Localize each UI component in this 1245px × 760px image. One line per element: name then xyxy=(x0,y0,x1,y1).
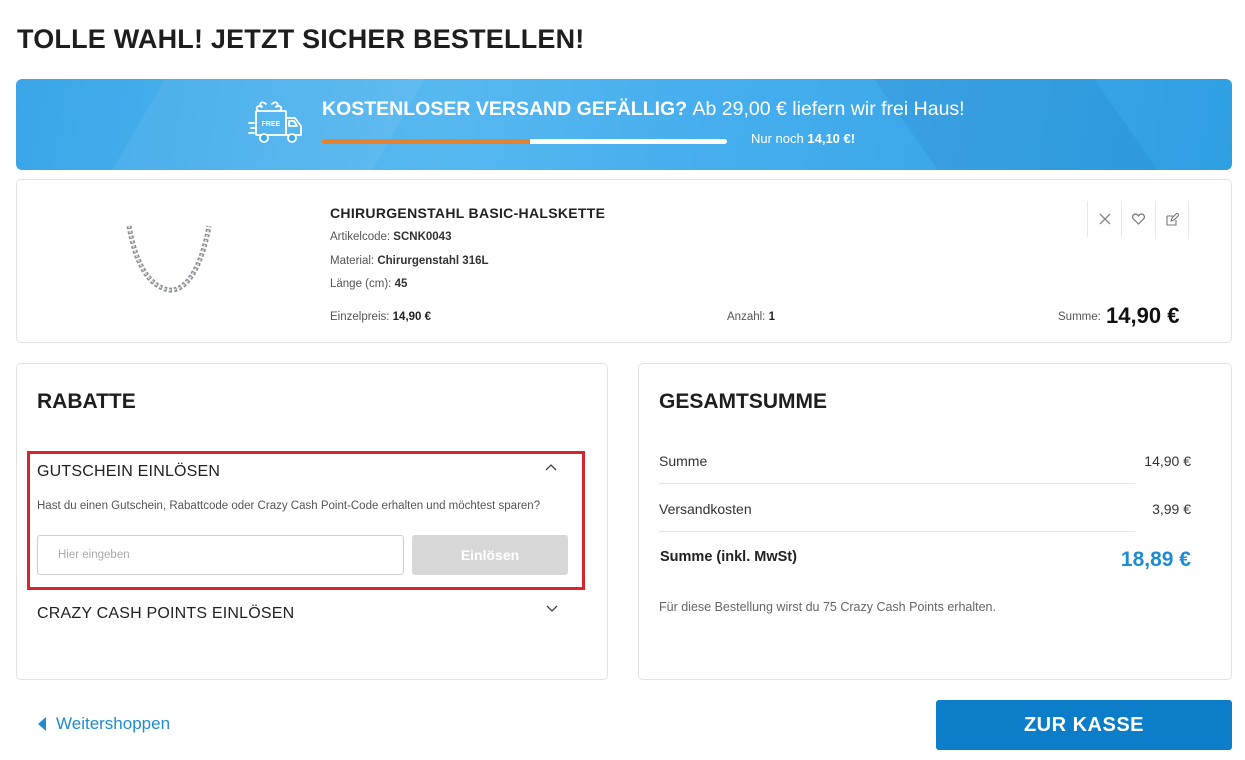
length-label: Länge (cm): xyxy=(330,278,392,290)
banner-decoration xyxy=(852,79,1200,170)
unit-price: Einzelpreis: 14,90 € xyxy=(330,311,431,323)
unit-price-value: 14,90 € xyxy=(392,311,432,323)
quantity-label: Anzahl: xyxy=(727,311,766,323)
quantity-value: 1 xyxy=(768,311,775,323)
shipping-row: Versandkosten 3,99 € xyxy=(659,501,1191,517)
cash-points-accordion-header[interactable]: CRAZY CASH POINTS EINLÖSEN xyxy=(37,605,294,623)
cash-points-note: Für diese Bestellung wirst du 75 Crazy C… xyxy=(659,600,996,614)
checkout-button[interactable]: ZUR KASSE xyxy=(936,700,1232,750)
totals-panel: GESAMTSUMME Summe 14,90 € Versandkosten … xyxy=(638,363,1232,680)
material: Material: Chirurgenstahl 316L xyxy=(330,255,489,267)
headline-strong: KOSTENLOSER VERSAND GEFÄLLIG? xyxy=(322,98,688,120)
free-shipping-headline: KOSTENLOSER VERSAND GEFÄLLIG? Ab 29,00 €… xyxy=(322,98,965,121)
continue-shopping-link[interactable]: Weitershoppen xyxy=(38,714,170,734)
quantity: Anzahl: 1 xyxy=(727,311,775,323)
edit-icon xyxy=(1165,212,1179,226)
voucher-description: Hast du einen Gutschein, Rabattcode oder… xyxy=(37,500,541,512)
length-value: 45 xyxy=(394,278,408,290)
heart-icon xyxy=(1132,213,1145,225)
item-actions xyxy=(1087,201,1189,237)
totals-title: GESAMTSUMME xyxy=(659,390,827,413)
product-image-necklace[interactable] xyxy=(117,220,217,300)
unit-price-label: Einzelpreis: xyxy=(330,311,390,323)
material-label: Material: xyxy=(330,255,375,267)
voucher-accordion-header[interactable]: GUTSCHEIN EINLÖSEN xyxy=(37,463,220,481)
shipping-progress-fill xyxy=(321,139,530,144)
remove-item-button[interactable] xyxy=(1087,201,1121,237)
chevron-up-icon[interactable] xyxy=(544,462,558,472)
divider xyxy=(659,483,1135,484)
article-code-label: Artikelcode: xyxy=(330,231,391,243)
item-sum-value: 14,90 € xyxy=(1106,303,1180,328)
free-shipping-banner: FREE KOSTENLOSER VERSAND GEFÄLLIG? Ab 29… xyxy=(16,79,1232,170)
divider xyxy=(659,531,1135,532)
truck-badge-text: FREE xyxy=(262,121,281,128)
continue-shopping-label: Weitershoppen xyxy=(56,714,171,733)
cart-item-card: CHIRURGENSTAHL BASIC-HALSKETTE Artikelco… xyxy=(16,179,1232,343)
length: Länge (cm): 45 xyxy=(330,278,407,290)
caret-left-icon xyxy=(38,717,46,731)
material-value: Chirurgenstahl 316L xyxy=(377,255,489,267)
free-shipping-truck-icon: FREE xyxy=(248,101,302,143)
redeem-voucher-button[interactable]: Einlösen xyxy=(412,535,568,575)
product-name[interactable]: CHIRURGENSTAHL BASIC-HALSKETTE xyxy=(330,205,605,221)
shipping-progress-bar xyxy=(321,139,727,144)
chevron-down-icon[interactable] xyxy=(545,603,559,613)
remaining-prefix: Nur noch xyxy=(751,131,804,146)
shipping-label: Versandkosten xyxy=(659,501,752,517)
page-title: TOLLE WAHL! JETZT SICHER BESTELLEN! xyxy=(17,24,585,54)
shipping-value: 3,99 € xyxy=(1152,501,1191,517)
remaining-amount-text: Nur noch 14,10 €! xyxy=(751,131,855,146)
headline-rest: Ab 29,00 € liefern wir frei Haus! xyxy=(692,98,965,120)
item-sum-label: Summe: xyxy=(1058,311,1101,323)
subtotal-label: Summe xyxy=(659,453,708,469)
discounts-title: RABATTE xyxy=(37,390,136,413)
grand-total-label: Summe (inkl. MwSt) xyxy=(660,549,797,565)
subtotal-row: Summe 14,90 € xyxy=(659,453,1191,469)
wishlist-button[interactable] xyxy=(1121,201,1155,237)
item-sum: Summe: 14,90 € xyxy=(1058,300,1180,328)
discounts-panel: RABATTE GUTSCHEIN EINLÖSEN Hast du einen… xyxy=(16,363,608,680)
voucher-code-input[interactable] xyxy=(37,535,404,575)
grand-total-value: 18,89 € xyxy=(1120,548,1191,571)
remaining-amount: 14,10 €! xyxy=(807,131,856,146)
article-code-value: SCNK0043 xyxy=(393,231,452,243)
close-icon xyxy=(1099,213,1110,225)
edit-item-button[interactable] xyxy=(1155,201,1189,237)
article-code: Artikelcode: SCNK0043 xyxy=(330,231,451,243)
subtotal-value: 14,90 € xyxy=(1144,453,1191,469)
